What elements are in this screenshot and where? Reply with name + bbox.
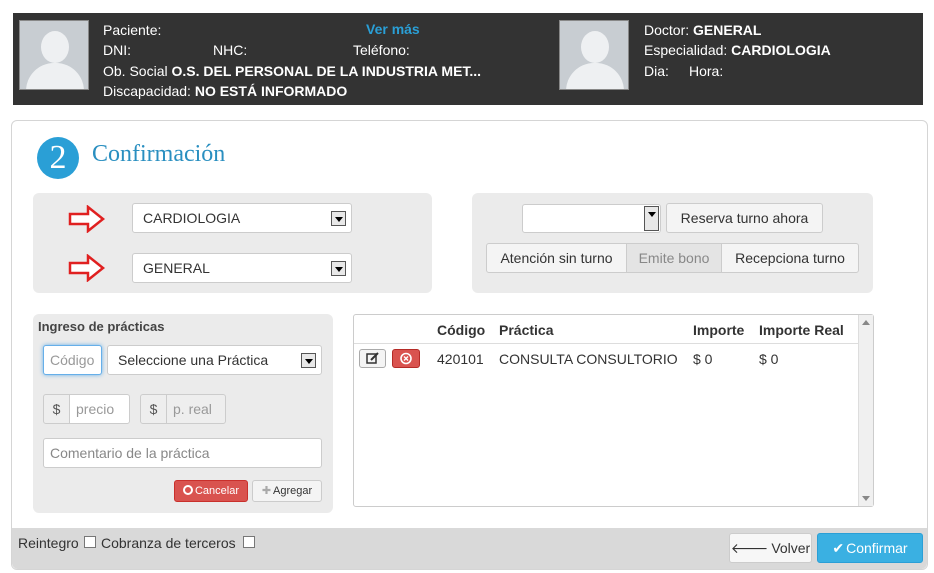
chevron-down-icon <box>301 353 316 368</box>
turno-select[interactable] <box>522 204 661 233</box>
doctor-label: Doctor: <box>644 22 690 38</box>
doctor-select[interactable]: GENERAL <box>132 253 352 283</box>
agregar-label: Agregar <box>273 485 313 497</box>
confirmation-panel: 2 Confirmación CARDIOLOGIA GENERAL Reser… <box>11 120 928 570</box>
discapacidad-label: Discapacidad: <box>103 83 191 99</box>
page-title: Confirmación <box>92 141 226 167</box>
edit-button[interactable] <box>359 349 386 368</box>
currency-addon: $ <box>43 394 70 424</box>
turno-box: Reserva turno ahora Atención sin turno E… <box>472 193 873 293</box>
chevron-down-icon <box>644 206 659 231</box>
especialidad-line: Especialidad: CARDIOLOGIA <box>644 42 831 58</box>
reintegro-checkbox[interactable] <box>84 536 96 548</box>
especialidad-select[interactable]: CARDIOLOGIA <box>132 203 352 233</box>
volver-button[interactable]: 🡐 Volver <box>729 533 812 563</box>
table-scrollbar[interactable] <box>858 315 873 506</box>
scroll-up-icon[interactable] <box>862 320 870 325</box>
arrow-left-icon: 🡐 <box>730 540 769 556</box>
preal-input[interactable]: p. real <box>166 394 226 424</box>
cancel-circle-icon <box>182 485 193 495</box>
cobranza-label: Cobranza de terceros <box>101 535 236 551</box>
ver-mas-link[interactable]: Ver más <box>366 21 420 37</box>
cancelar-button[interactable]: Cancelar <box>174 480 248 502</box>
comentario-input[interactable]: Comentario de la práctica <box>43 438 322 468</box>
recepciona-turno-button[interactable]: Recepciona turno <box>721 243 859 273</box>
chevron-down-icon <box>331 261 346 276</box>
arrow-right-icon <box>68 254 106 282</box>
precio-input[interactable]: precio <box>69 394 130 424</box>
col-codigo: Código <box>437 322 486 338</box>
doctor-avatar-icon <box>559 20 629 90</box>
especialidad-label: Especialidad: <box>644 42 728 58</box>
hora-label: Hora: <box>689 63 724 79</box>
edit-icon <box>366 352 379 364</box>
atencion-sin-turno-button[interactable]: Atención sin turno <box>486 243 627 273</box>
dia-label: Dia: <box>644 63 669 79</box>
reintegro-label: Reintegro <box>18 535 79 551</box>
cell-importe-real: $ 0 <box>759 351 779 367</box>
patient-header: Paciente: Ver más DNI: NHC: Teléfono: Ob… <box>13 13 923 105</box>
agregar-button[interactable]: ✚ Agregar <box>252 480 322 502</box>
cobranza-checkbox[interactable] <box>243 536 255 548</box>
obsocial-label: Ob. Social <box>103 63 168 79</box>
doctor-value: GENERAL <box>693 22 762 38</box>
codigo-input[interactable]: Código <box>43 345 102 375</box>
divider <box>354 343 859 344</box>
discapacidad-value: NO ESTÁ INFORMADO <box>194 83 348 99</box>
footer-bar: Reintegro Cobranza de terceros 🡐 Volver ✔… <box>12 528 927 569</box>
especialidad-value: CARDIOLOGIA <box>731 42 831 58</box>
volver-label: Volver <box>771 540 811 556</box>
col-importe-real: Importe Real <box>759 322 844 338</box>
doctor-select-value: GENERAL <box>143 260 210 276</box>
chevron-down-icon <box>331 211 346 226</box>
practica-select[interactable]: Seleccione una Práctica <box>107 345 322 375</box>
telefono-label: Teléfono: <box>353 42 410 58</box>
confirmar-label: Confirmar <box>846 540 908 556</box>
paciente-label: Paciente: <box>103 22 162 38</box>
obra-social: Ob. Social O.S. DEL PERSONAL DE LA INDUS… <box>103 63 481 79</box>
arrow-right-icon <box>68 205 106 233</box>
delete-button[interactable] <box>392 349 420 368</box>
confirmar-button[interactable]: ✔ Confirmar <box>817 533 923 563</box>
emite-bono-button[interactable]: Emite bono <box>626 243 722 273</box>
especialidad-select-value: CARDIOLOGIA <box>143 210 241 226</box>
practicas-table: Código Práctica Importe Importe Real 420… <box>353 314 874 507</box>
doctor-line: Doctor: GENERAL <box>644 22 761 38</box>
practicas-form-title: Ingreso de prácticas <box>38 319 165 334</box>
col-importe: Importe <box>693 322 745 338</box>
patient-avatar-icon <box>19 20 89 90</box>
nhc-label: NHC: <box>213 42 248 58</box>
practicas-form: Ingreso de prácticas Código Seleccione u… <box>33 314 333 513</box>
selection-box: CARDIOLOGIA GENERAL <box>33 193 432 293</box>
step-number-badge: 2 <box>37 137 79 179</box>
practica-select-value: Seleccione una Práctica <box>118 352 269 368</box>
discapacidad: Discapacidad: NO ESTÁ INFORMADO <box>103 83 347 99</box>
check-icon: ✔ <box>832 540 845 556</box>
cancelar-label: Cancelar <box>194 485 240 497</box>
cell-practica: CONSULTA CONSULTORIO <box>499 351 678 367</box>
scroll-down-icon[interactable] <box>862 496 870 501</box>
plus-icon: ✚ <box>261 485 272 497</box>
reserva-turno-button[interactable]: Reserva turno ahora <box>666 203 823 233</box>
dni-label: DNI: <box>103 42 131 58</box>
currency-addon: $ <box>140 394 167 424</box>
col-practica: Práctica <box>499 322 554 338</box>
obsocial-value: O.S. DEL PERSONAL DE LA INDUSTRIA MET... <box>171 63 482 79</box>
cell-codigo: 420101 <box>437 351 484 367</box>
delete-circle-icon <box>400 352 412 365</box>
cell-importe: $ 0 <box>693 351 713 367</box>
